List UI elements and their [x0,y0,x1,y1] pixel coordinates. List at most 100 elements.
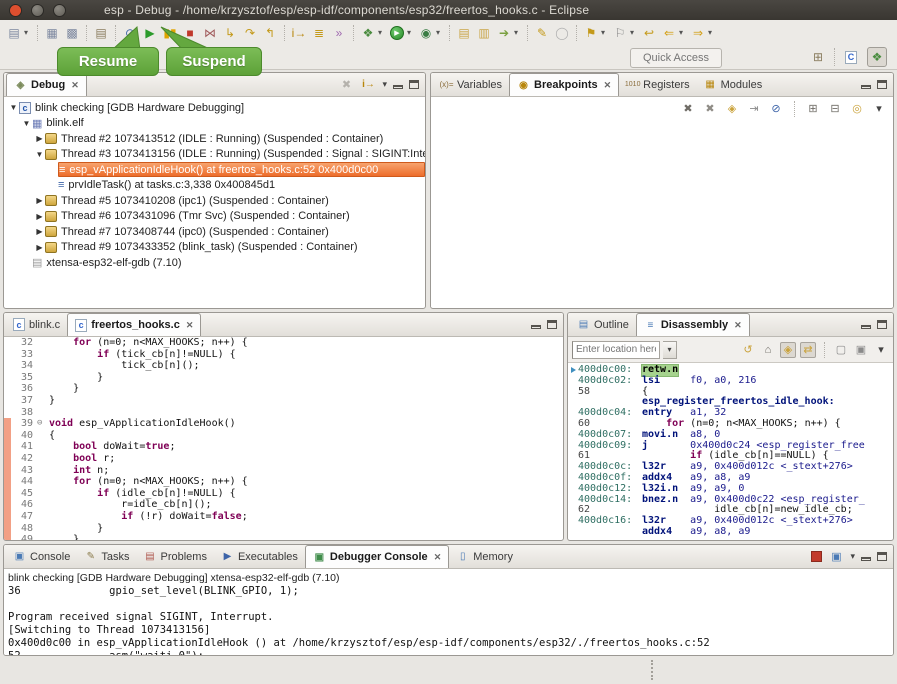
build-binary-icon[interactable]: ▤ [92,24,110,42]
tab-debug[interactable]: ◈ Debug ✕ [6,73,87,96]
last-edit-location-icon[interactable]: ↩ [640,24,658,42]
line-number[interactable]: 32 [11,337,37,349]
code-line[interactable]: 37} [4,395,563,407]
expand-arrow-icon[interactable]: ▶ [34,212,45,221]
minimize-view-icon[interactable] [531,325,541,329]
code-line[interactable]: 47 if (!r) doWait=false; [4,511,563,523]
line-number[interactable]: 36 [11,383,37,395]
remove-all-terminated-icon[interactable]: ✖ [338,77,354,93]
disassembly-line[interactable]: addx4 a9, a8, a9 [568,527,893,538]
track-expression-icon[interactable]: ◈ [780,342,796,358]
external-tools-icon[interactable]: ➔ [495,24,513,42]
titlebar[interactable]: esp - Debug - /home/krzysztof/esp/esp-id… [0,0,897,20]
go-to-file-icon[interactable]: ⇥ [746,101,762,117]
collapse-arrow-icon[interactable]: ▼ [34,150,45,159]
forward-icon-dropdown[interactable]: ▾ [708,28,716,37]
external-tools-icon-dropdown[interactable]: ▾ [514,28,522,37]
code-line[interactable]: 45 if (idle_cb[n]!=NULL) { [4,488,563,500]
terminate-console-icon[interactable] [811,551,822,562]
minimize-view-icon[interactable] [861,325,871,329]
profile-icon-dropdown[interactable]: ▾ [436,28,444,37]
tab-executables[interactable]: ▶Executables [214,545,305,568]
line-number[interactable]: 48 [11,523,37,535]
run-icon[interactable]: ▶ [388,24,406,42]
use-step-filters-icon[interactable]: » [330,24,348,42]
refresh-icon[interactable]: ↺ [740,342,756,358]
cpp-perspective-button[interactable]: C [841,47,861,67]
code-line[interactable]: 38 [4,407,563,419]
code-line[interactable]: 39⊖void esp_vApplicationIdleHook() [4,418,563,430]
line-number[interactable]: 46 [11,499,37,511]
tab-blink-c[interactable]: cblink.c [6,313,67,336]
code-line[interactable]: 40{ [4,430,563,442]
maximize-view-icon[interactable] [877,552,887,561]
maximize-view-icon[interactable] [547,320,557,329]
line-number[interactable]: 44 [11,476,37,488]
code-line[interactable]: 42 bool r; [4,453,563,465]
collapse-arrow-icon[interactable]: ▼ [8,103,19,112]
tab-close-icon[interactable]: ✕ [186,320,194,331]
debug-tree-item[interactable]: ▶Thread #2 1073413512 (IDLE : Running) (… [4,131,425,147]
debug-tree-item[interactable]: ▤xtensa-esp32-elf-gdb (7.10) [4,255,425,271]
profile-icon[interactable]: ◉ [417,24,435,42]
debug-tree-item[interactable]: ▶Thread #6 1073431096 (Tmr Svc) (Suspend… [4,209,425,225]
minimize-view-icon[interactable] [393,85,403,89]
tab-modules[interactable]: ▦Modules [697,73,770,96]
code-line[interactable]: 36 } [4,383,563,395]
window-close-button[interactable] [9,4,22,17]
maximize-view-icon[interactable] [409,80,419,89]
remove-breakpoint-icon[interactable]: ✖ [680,101,696,117]
debug-tree-item[interactable]: ≡prvIdleTask() at tasks.c:3,338 0x400845… [4,178,425,194]
step-into-icon[interactable]: ↳ [221,24,239,42]
code-line[interactable]: 43 int n; [4,465,563,477]
code-line[interactable]: 33 if (tick_cb[n]!=NULL) { [4,349,563,361]
maximize-view-icon[interactable] [877,320,887,329]
back-icon[interactable]: ⇐ [660,24,678,42]
tab-close-icon[interactable]: ✕ [71,80,79,91]
debug-tree[interactable]: ▼cblink checking [GDB Hardware Debugging… [4,97,425,271]
mark-occurrences-icon[interactable]: ✎ [533,24,551,42]
tab-tasks[interactable]: ✎Tasks [77,545,136,568]
tab-variables[interactable]: (x)=Variables [433,73,509,96]
previous-annotation-icon[interactable]: ⚐ [611,24,629,42]
open-perspective-button[interactable]: ⊞ [808,47,828,67]
location-input[interactable] [572,341,660,359]
debug-tree-item[interactable]: ▶Thread #7 1073408744 (ipc0) (Suspended … [4,224,425,240]
sync-with-source-icon[interactable]: ⇄ [800,342,816,358]
tab-freertos-hooks-c[interactable]: cfreertos_hooks.c✕ [67,313,201,336]
tab-outline[interactable]: ▤Outline [570,313,636,336]
pin-view-icon[interactable]: ▣ [853,342,869,358]
quick-access-input[interactable] [630,48,722,68]
tab-close-icon[interactable]: ✕ [734,320,742,331]
line-number[interactable]: 47 [11,511,37,523]
new-project-icon[interactable]: ▤ [455,24,473,42]
line-number[interactable]: 45 [11,488,37,500]
window-minimize-button[interactable] [31,4,44,17]
disassembly-line[interactable]: 400d0c07:movi.n a8, 0 [568,430,893,441]
code-line[interactable]: 32 for (n=0; n<MAX_HOOKS; n++) { [4,337,563,349]
console-actions-icon[interactable]: ≣ [310,24,328,42]
console-content[interactable]: blink checking [GDB Hardware Debugging] … [4,569,893,655]
new-wizard-icon[interactable]: ▤ [5,24,23,42]
display-selected-console-icon[interactable]: ▣ [828,549,844,565]
next-annotation-icon-dropdown[interactable]: ▾ [601,28,609,37]
debug-tree-item[interactable]: ▼cblink checking [GDB Hardware Debugging… [4,100,425,116]
suspend-icon[interactable]: ▮▮ [161,24,179,42]
disassembly-line[interactable]: 400d0c12:l32i.n a9, a9, 0 [568,484,893,495]
disassembly-line[interactable]: 400d0c02:lsi f0, a0, 216 [568,376,893,387]
tab-debugger-console[interactable]: ▣Debugger Console✕ [305,545,449,568]
line-number[interactable]: 33 [11,349,37,361]
code-line[interactable]: 34 tick_cb[n](); [4,360,563,372]
location-combo-arrow-icon[interactable]: ▾ [663,341,677,359]
tab-disassembly[interactable]: ≡Disassembly✕ [636,313,750,336]
window-maximize-button[interactable] [53,4,66,17]
step-return-icon[interactable]: ↰ [261,24,279,42]
run-icon-dropdown[interactable]: ▾ [407,28,415,37]
line-number[interactable]: 37 [11,395,37,407]
disconnect-icon[interactable]: ⋈ [201,24,219,42]
console-dropdown-icon[interactable]: ▾ [850,551,855,562]
view-menu-icon[interactable]: ▾ [382,79,387,90]
expand-all-icon[interactable]: ⊞ [805,101,821,117]
open-new-view-icon[interactable]: ▢ [833,342,849,358]
expand-arrow-icon[interactable]: ▶ [34,196,45,205]
